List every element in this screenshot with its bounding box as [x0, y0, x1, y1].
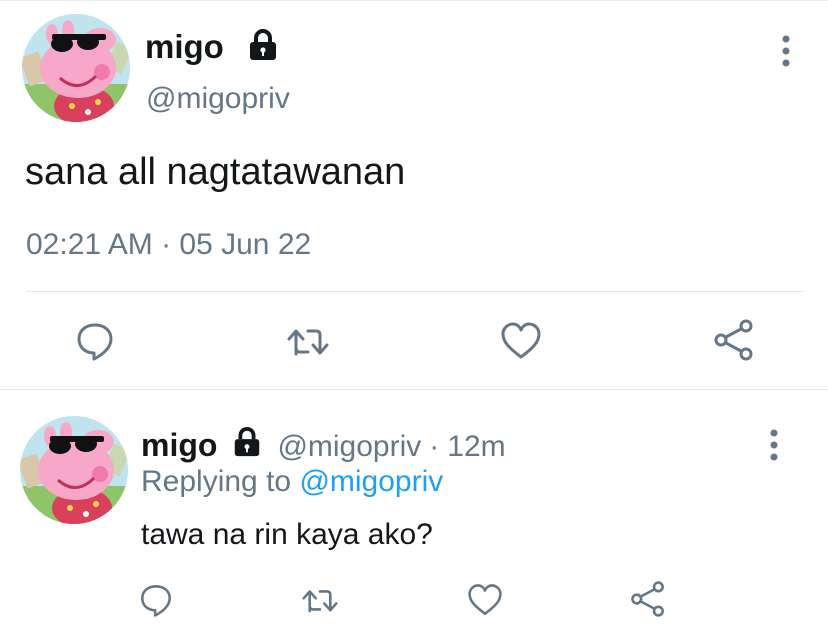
retweet-icon[interactable]: [286, 320, 330, 362]
reply-header: migo @migopriv · 12m: [141, 424, 506, 463]
heart-icon[interactable]: [466, 582, 504, 618]
reply-icon[interactable]: [138, 582, 174, 618]
author-name[interactable]: migo: [145, 30, 224, 63]
reply-author-handle[interactable]: @migopriv: [277, 430, 421, 464]
more-vertical-icon[interactable]: [764, 428, 784, 462]
separator-dot: ·: [429, 430, 440, 463]
reply-text: tawa na rin kaya ako?: [141, 518, 433, 551]
tweet-text: sana all nagtatawanan: [25, 151, 406, 193]
replying-to: Replying to @migopriv: [141, 465, 443, 499]
avatar[interactable]: [22, 14, 130, 122]
share-icon[interactable]: [629, 580, 667, 618]
heart-icon[interactable]: [499, 320, 543, 362]
reply-time[interactable]: 12m: [447, 430, 505, 464]
replying-mention-link[interactable]: @migopriv: [299, 465, 443, 498]
top-border: [0, 0, 828, 1]
reply-author-name[interactable]: migo: [141, 429, 217, 461]
retweet-icon[interactable]: [301, 582, 339, 618]
avatar-image: [22, 14, 130, 122]
reply-avatar[interactable]: [20, 416, 128, 524]
lock-icon: [246, 28, 280, 62]
reply-icon[interactable]: [74, 320, 116, 362]
more-vertical-icon[interactable]: [776, 34, 796, 68]
divider: [26, 291, 804, 292]
share-icon[interactable]: [712, 318, 756, 362]
avatar-image: [20, 416, 128, 524]
tweet-timestamp[interactable]: 02:21 AM · 05 Jun 22: [26, 230, 311, 260]
lock-icon: [231, 426, 263, 458]
author-handle[interactable]: @migopriv: [146, 84, 290, 114]
tweet-separator: [0, 389, 828, 390]
replying-prefix: Replying to: [141, 465, 292, 498]
